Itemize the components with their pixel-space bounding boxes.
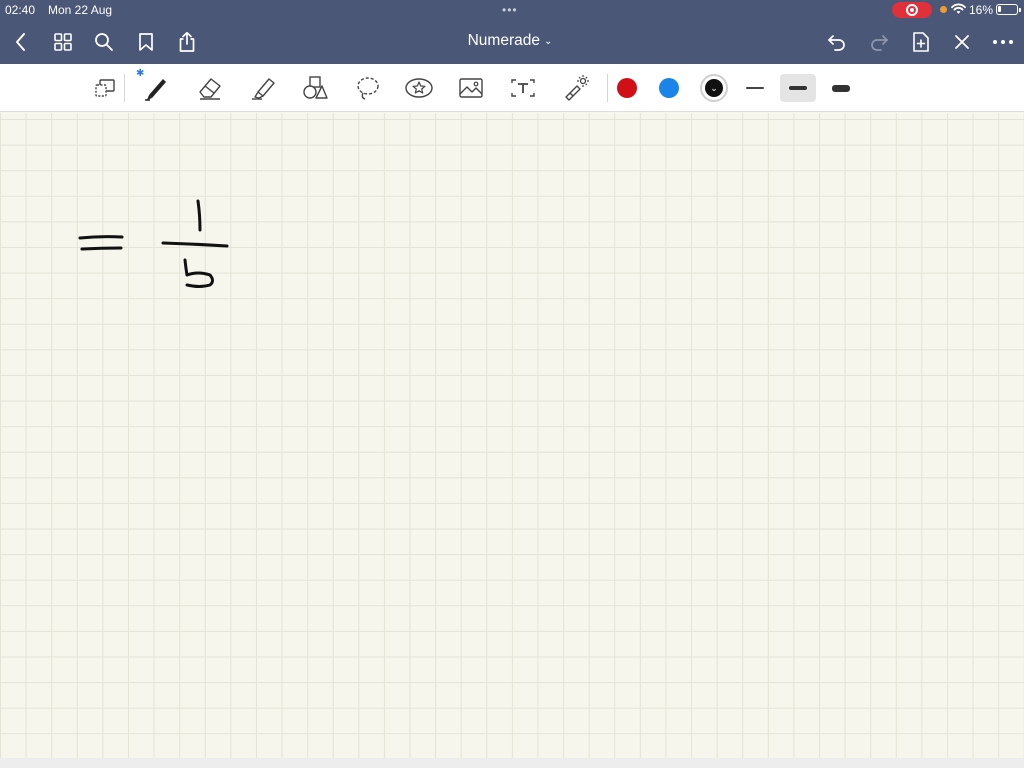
select-tool-icon [95, 79, 115, 97]
grid-icon [54, 33, 72, 51]
top-bar: 02:40 Mon 22 Aug ••• 16% Numerade ⌄ [0, 0, 1024, 64]
share-button[interactable] [174, 29, 200, 55]
image-tool-button[interactable] [453, 70, 489, 106]
eraser-tool-button[interactable] [192, 70, 228, 106]
stroke-medium-button[interactable] [780, 74, 816, 102]
laser-pointer-icon [565, 75, 589, 101]
add-page-icon [913, 32, 929, 52]
redo-button[interactable] [866, 29, 892, 55]
toolbar-divider [607, 74, 608, 102]
eraser-icon [199, 78, 221, 100]
color-swatch-black-selected[interactable]: ⌄ [700, 74, 728, 102]
bookmark-icon [139, 33, 153, 51]
image-icon [459, 78, 483, 98]
undo-button[interactable] [824, 29, 850, 55]
drawing-toolbar: ✱ ⌄ [0, 64, 1024, 112]
record-icon [906, 4, 918, 16]
share-icon [179, 31, 195, 52]
lasso-icon [357, 77, 379, 100]
microphone-indicator-icon [940, 6, 947, 13]
sticker-tool-button[interactable] [401, 70, 437, 106]
redo-icon [871, 35, 888, 51]
more-icon [993, 40, 1013, 44]
stroke-preview [789, 86, 807, 90]
color-swatch-blue[interactable] [659, 78, 679, 98]
close-button[interactable] [949, 29, 975, 55]
multitask-handle[interactable]: ••• [502, 3, 518, 17]
chevron-down-icon: ⌄ [543, 36, 553, 47]
document-title-menu[interactable]: Numerade ⌄ [430, 32, 590, 50]
chevron-down-icon: ⌄ [705, 79, 723, 97]
status-date: Mon 22 Aug [48, 3, 113, 17]
color-swatch-red[interactable] [617, 78, 637, 98]
stroke-preview [832, 84, 850, 92]
screen-recording-indicator[interactable] [892, 2, 932, 18]
pen-tool-button[interactable] [138, 70, 174, 106]
chevron-left-icon [16, 33, 25, 51]
note-canvas[interactable] [0, 113, 1024, 758]
battery-percentage: 16% [969, 3, 994, 17]
document-title: Numerade [467, 32, 540, 49]
more-button[interactable] [990, 29, 1016, 55]
status-time: 02:40 [5, 3, 36, 17]
lasso-tool-button[interactable] [350, 70, 386, 106]
pen-icon [145, 79, 166, 101]
laser-pointer-tool-button[interactable] [558, 70, 594, 106]
wifi-icon [951, 3, 966, 14]
battery-icon [996, 4, 1021, 15]
search-icon [95, 33, 113, 51]
stroke-preview [746, 87, 764, 89]
shapes-tool-button[interactable] [297, 70, 333, 106]
select-tool-button[interactable] [87, 70, 123, 106]
toolbar-divider [124, 74, 125, 102]
stroke-thin-button[interactable] [737, 74, 773, 102]
sticker-icon [405, 78, 433, 98]
undo-icon [828, 35, 845, 51]
back-button[interactable] [8, 29, 34, 55]
close-icon [955, 35, 969, 49]
handwritten-ink [78, 199, 229, 288]
add-page-button[interactable] [908, 29, 934, 55]
highlighter-icon [252, 78, 275, 100]
text-tool-button[interactable] [505, 70, 541, 106]
highlighter-tool-button[interactable] [245, 70, 281, 106]
shapes-icon [303, 76, 328, 99]
bookmark-button[interactable] [133, 29, 159, 55]
stroke-thick-button[interactable] [823, 74, 859, 102]
search-button[interactable] [91, 29, 117, 55]
bottom-edge [0, 758, 1024, 768]
text-icon [511, 79, 535, 97]
thumbnails-button[interactable] [50, 29, 76, 55]
